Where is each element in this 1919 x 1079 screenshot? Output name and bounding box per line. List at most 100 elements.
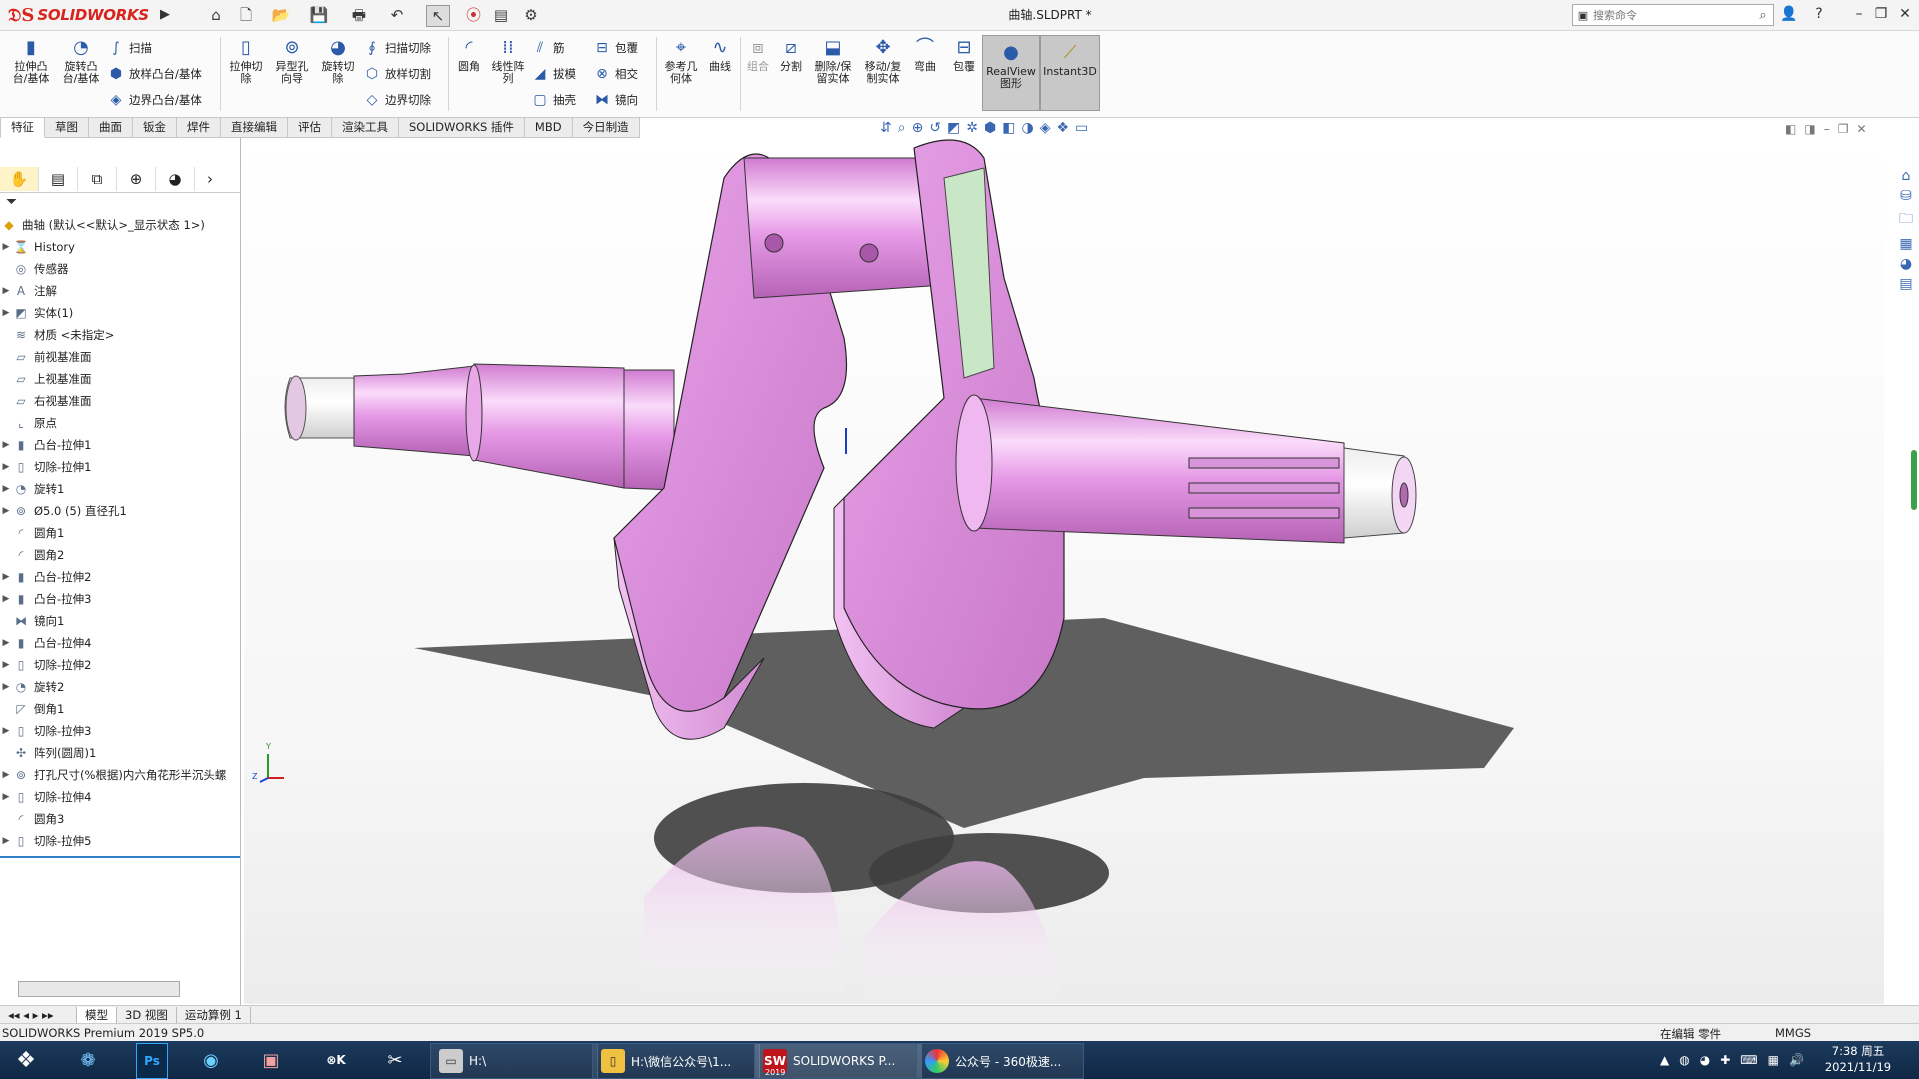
configurationmanager-tab-icon[interactable]: ⧉ (78, 167, 117, 191)
tree-item[interactable]: ◎ 传感器 (0, 258, 240, 280)
open-icon[interactable]: 📂 (270, 5, 292, 25)
tile-left-icon[interactable]: ◧ (1785, 122, 1796, 136)
boundary-boss-button[interactable]: ◈ 边界凸台/基体 (106, 89, 202, 111)
print-icon[interactable]: 🖶 (348, 5, 370, 25)
custom-properties-icon[interactable]: ▤ (1899, 276, 1912, 292)
expand-arrow-icon[interactable]: ▶ (0, 792, 12, 802)
expand-arrow-icon[interactable]: ▶ (0, 836, 12, 846)
tree-root[interactable]: ◆ 曲轴 (默认<<默认>_显示状态 1>) (0, 214, 240, 236)
options-icon[interactable]: ⚙ (520, 5, 542, 25)
minimize-button[interactable]: – (1848, 4, 1870, 24)
realview-button[interactable]: ● RealView 图形 (982, 35, 1040, 111)
expand-arrow-icon[interactable]: ▶ (0, 726, 12, 736)
keyboard-tray-icon[interactable]: ⌨ (1740, 1053, 1757, 1067)
tree-item[interactable]: ▶ ▯ 切除-拉伸4 (0, 786, 240, 808)
tab-7[interactable]: 渲染工具 (332, 117, 399, 138)
start-button[interactable]: ❖ (6, 1043, 46, 1077)
tree-item[interactable]: ▱ 上视基准面 (0, 368, 240, 390)
tree-item[interactable]: ◜ 圆角2 (0, 544, 240, 566)
tree-item[interactable]: ◜ 圆角1 (0, 522, 240, 544)
tree-item[interactable]: ▶ ◩ 实体(1) (0, 302, 240, 324)
wechat-tray-icon[interactable]: ◍ (1679, 1053, 1689, 1067)
new-icon[interactable]: 🗋 (235, 5, 257, 25)
tree-item[interactable]: ▶ ▮ 凸台-拉伸3 (0, 588, 240, 610)
save-icon[interactable]: 💾 (308, 5, 330, 25)
tab-1[interactable]: 草图 (45, 117, 89, 138)
tree-item[interactable]: ◸ 倒角1 (0, 698, 240, 720)
boundary-cut-button[interactable]: ◇ 边界切除 (362, 89, 431, 111)
tree-item[interactable]: ≋ 材质 <未指定> (0, 324, 240, 346)
restore-button[interactable]: ❐ (1870, 4, 1892, 24)
combine-button[interactable]: ⧈ 组合 (744, 37, 772, 73)
solidworks-logo[interactable]: 𝔇S SOLIDWORKS (8, 3, 149, 27)
tab-5[interactable]: 直接编辑 (221, 117, 288, 138)
tree-horizontal-scrollbar[interactable] (18, 981, 180, 997)
taskbar-wechat-folder[interactable]: ▯ H:\微信公众号\1... (592, 1043, 760, 1079)
lofted-cut-button[interactable]: ⬡ 放样切割 (362, 63, 431, 85)
undo-icon[interactable]: ↶ (386, 5, 408, 25)
select-icon[interactable]: ↖ (426, 5, 450, 27)
bottom-tab-2[interactable]: 运动算例 1 (177, 1006, 251, 1023)
extruded-cut-button[interactable]: ▯ 拉伸切 除 (224, 37, 268, 85)
shell-button[interactable]: ▢ 抽壳 (530, 89, 576, 111)
tree-item[interactable]: ⌞ 原点 (0, 412, 240, 434)
tab-10[interactable]: 今日制造 (572, 117, 640, 138)
expand-arrow-icon[interactable]: ▶ (0, 638, 12, 648)
tab-4[interactable]: 焊件 (177, 117, 221, 138)
viewport-close-icon[interactable]: ✕ (1856, 122, 1866, 136)
tab-0[interactable]: 特征 (0, 117, 45, 138)
wrap-button[interactable]: ⊟ 包覆 (592, 37, 638, 59)
revolve-boss-button[interactable]: ◔ 旋转凸 台/基体 (58, 37, 104, 85)
loft-boss-button[interactable]: ⬢ 放样凸台/基体 (106, 63, 202, 85)
more-tabs-icon[interactable]: › (195, 167, 225, 191)
help-icon[interactable]: ? (1808, 4, 1830, 24)
reference-geometry-button[interactable]: ⌖ 参考几 何体 (660, 37, 702, 85)
hole-wizard-button[interactable]: ⊚ 异型孔 向导 (270, 37, 314, 85)
featuremanager-tab-icon[interactable]: ✋ (0, 167, 39, 191)
expand-arrow-icon[interactable]: ▶ (0, 572, 12, 582)
photoshop-icon[interactable]: Ps (136, 1043, 168, 1079)
graphics-area[interactable]: Y Z (244, 138, 1884, 1004)
instant3d-button[interactable]: ⟋ Instant3D (1040, 35, 1100, 111)
tree-item[interactable]: ◜ 圆角3 (0, 808, 240, 830)
tree-item[interactable]: ✣ 阵列(圆周)1 (0, 742, 240, 764)
status-units[interactable]: MMGS (1775, 1026, 1811, 1040)
taskbar-clock[interactable]: 7:38 周五 2021/11/19 (1808, 1043, 1908, 1077)
revolved-cut-button[interactable]: ◕ 旋转切 除 (316, 37, 360, 85)
expand-arrow-icon[interactable]: ▶ (0, 506, 12, 516)
tree-item[interactable]: ▶ A 注解 (0, 280, 240, 302)
wrap-big-button[interactable]: ⊟ 包覆 (948, 37, 980, 73)
tree-item[interactable]: ▱ 前视基准面 (0, 346, 240, 368)
security-tray-icon[interactable]: ✚ (1720, 1053, 1730, 1067)
displaymanager-tab-icon[interactable]: ◕ (156, 167, 195, 191)
boss-extrude-button[interactable]: ▮ 拉伸凸 台/基体 (8, 37, 54, 85)
solidworks-resources-icon[interactable]: ⌂ (1902, 168, 1911, 184)
design-library-icon[interactable]: ⛁ (1900, 188, 1912, 204)
search-icon[interactable]: ⌕ (1753, 8, 1773, 23)
expand-arrow-icon[interactable]: ▶ (0, 462, 12, 472)
tree-item[interactable]: ▱ 右视基准面 (0, 390, 240, 412)
traffic-light-icon[interactable]: ⦿ (466, 5, 481, 25)
tab-9[interactable]: MBD (524, 117, 573, 138)
360-tray-icon[interactable]: ◕ (1700, 1053, 1710, 1067)
viewport-minimize-icon[interactable]: – (1824, 122, 1830, 136)
dimxpert-tab-icon[interactable]: ⊕ (117, 167, 156, 191)
tree-item[interactable]: ▶ ◔ 旋转1 (0, 478, 240, 500)
browser-icon[interactable]: ◉ (196, 1043, 226, 1077)
expand-arrow-icon[interactable]: ▶ (0, 594, 12, 604)
appearances-icon[interactable]: ◕ (1900, 256, 1912, 272)
fillet-button[interactable]: ◜ 圆角 (452, 37, 486, 73)
tab-3[interactable]: 钣金 (133, 117, 177, 138)
tree-item[interactable]: ▶ ▯ 切除-拉伸1 (0, 456, 240, 478)
filter-icon[interactable]: ⏷ (6, 194, 17, 210)
user-icon[interactable]: 👤 (1778, 4, 1800, 24)
split-button[interactable]: ⧄ 分割 (776, 37, 806, 73)
media-icon[interactable]: ▣ (256, 1043, 286, 1077)
tab-2[interactable]: 曲面 (89, 117, 133, 138)
file-props-icon[interactable]: ▤ (490, 5, 512, 25)
expand-arrow-icon[interactable]: ▶ (0, 440, 12, 450)
sweep-button[interactable]: ∫ 扫描 (106, 37, 152, 59)
intersect-button[interactable]: ⊗ 相交 (592, 63, 638, 85)
move-copy-body-button[interactable]: ✥ 移动/复 制实体 (860, 37, 906, 85)
rib-button[interactable]: ⫽ 筋 (530, 37, 565, 59)
